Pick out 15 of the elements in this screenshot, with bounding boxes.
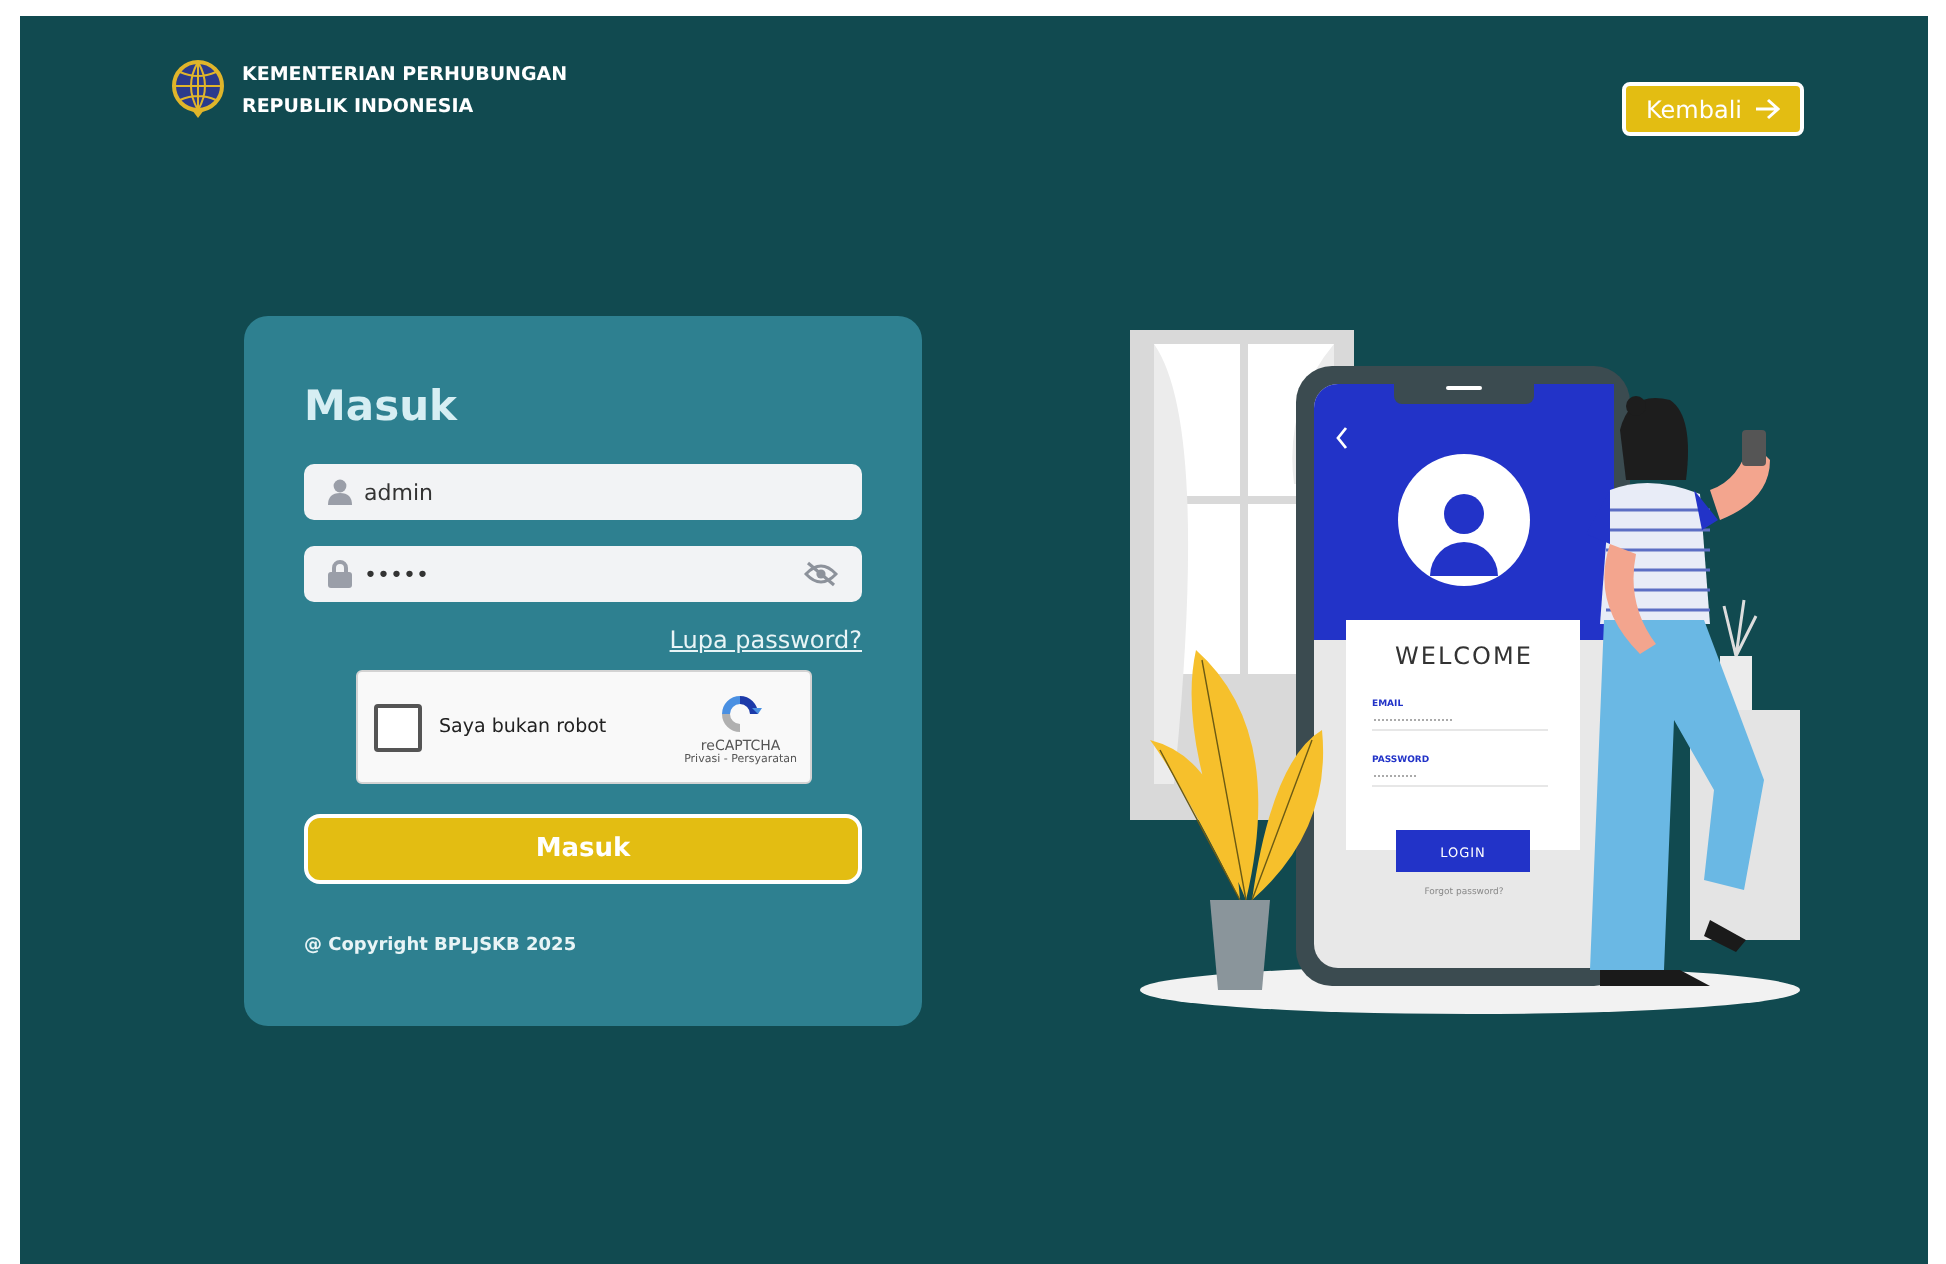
password-field[interactable]: •••••	[304, 546, 862, 602]
organization-name: REPUBLIK INDONESIA	[242, 94, 476, 120]
lock-icon	[328, 560, 352, 588]
organization-name: KEMENTERIAN PERHUBUNGAN	[242, 62, 568, 88]
eye-slash-icon[interactable]	[804, 561, 838, 587]
login-title: Masuk	[304, 380, 460, 432]
globe-emblem-icon	[170, 60, 226, 120]
user-icon	[328, 479, 352, 505]
copyright-text: @ Copyright BPLJSKB 2025	[304, 936, 579, 956]
captcha-checkbox[interactable]	[373, 703, 421, 751]
arrow-right-icon	[1754, 98, 1780, 120]
captcha-label: Saya bukan robot	[439, 716, 609, 738]
forgot-password-link[interactable]: Lupa password?	[669, 626, 862, 654]
username-field[interactable]: admin	[304, 464, 862, 520]
welcome-heading: WELCOME	[1395, 642, 1533, 670]
